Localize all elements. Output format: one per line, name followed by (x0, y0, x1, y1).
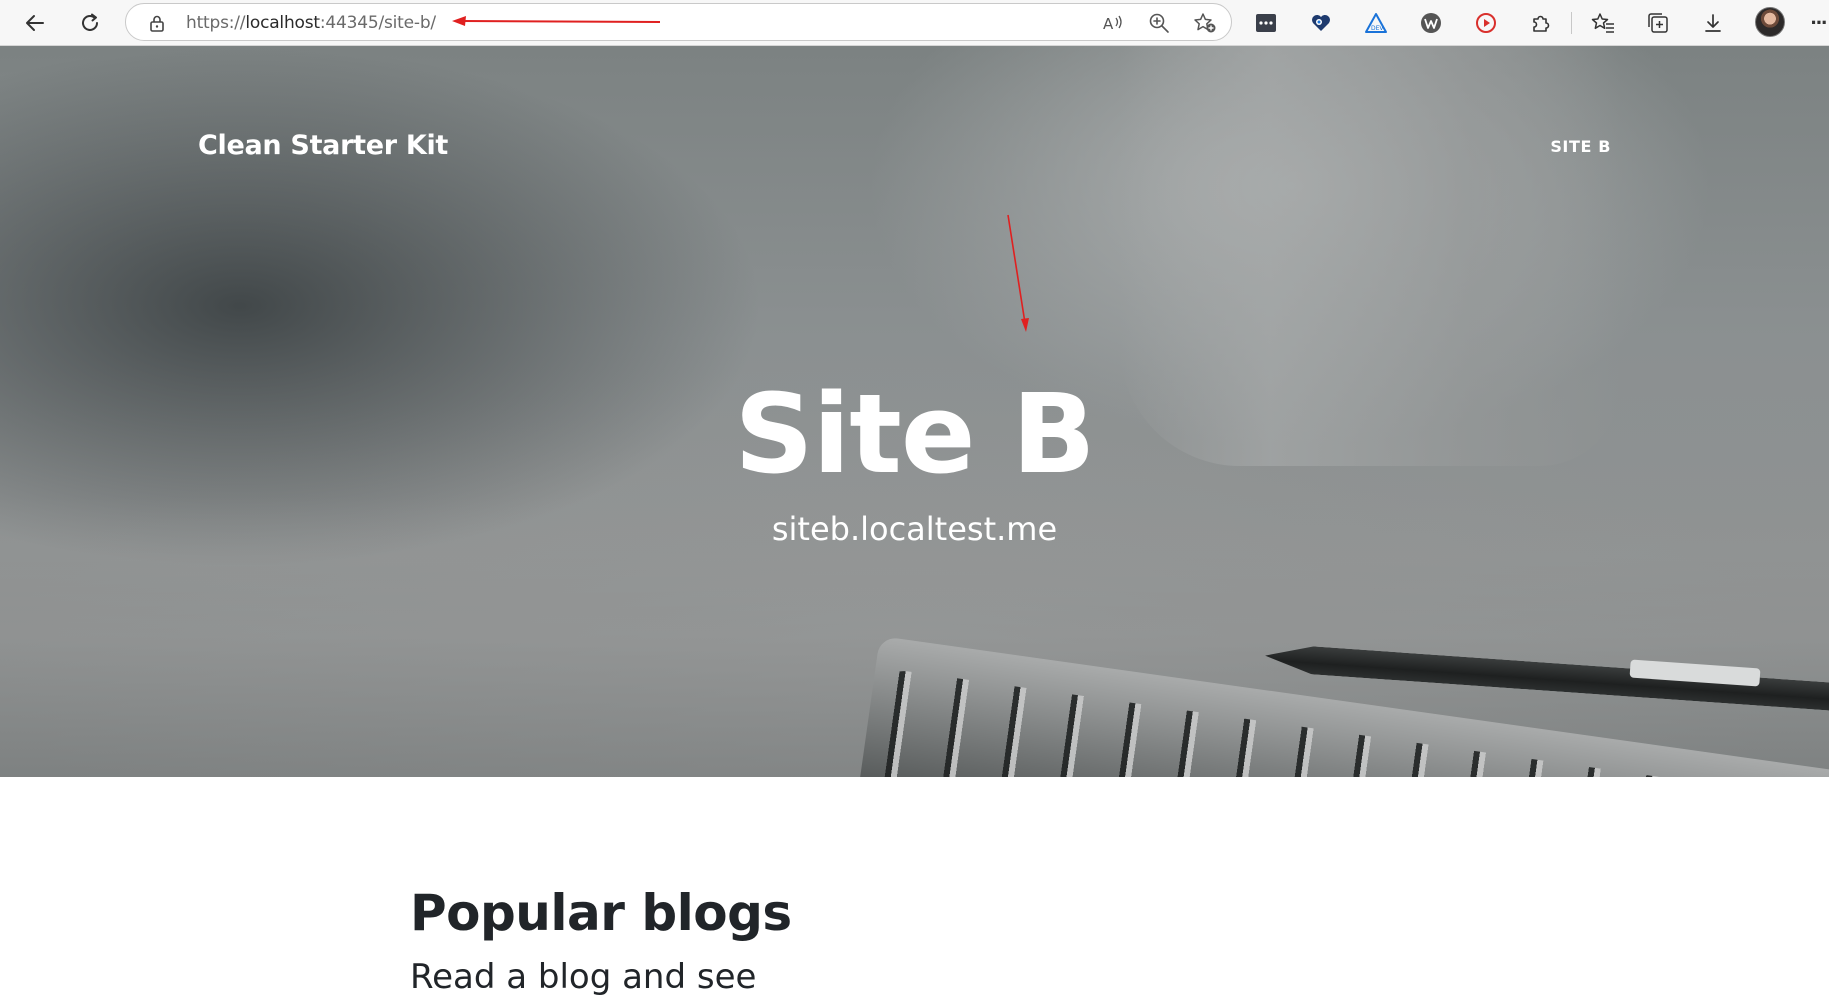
w-extension-icon[interactable] (1416, 8, 1446, 38)
site-brand-link[interactable]: Clean Starter Kit (198, 130, 448, 161)
toolbar-separator (1571, 12, 1572, 34)
refresh-icon (82, 13, 98, 31)
downloads-icon[interactable] (1698, 8, 1728, 38)
heart-extension-icon[interactable] (1306, 8, 1336, 38)
add-favorite-icon[interactable] (1192, 11, 1218, 35)
popular-blogs-subtext: Read a blog and see (410, 957, 757, 997)
url-path: :44345/site-b/ (319, 13, 436, 33)
collections-icon[interactable] (1643, 8, 1673, 38)
address-bar[interactable]: https://localhost:44345/site-b/ A (125, 3, 1232, 41)
svg-text:DEV: DEV (1371, 25, 1384, 32)
refresh-button[interactable] (73, 6, 107, 40)
play-extension-icon[interactable] (1471, 8, 1501, 38)
url-host: localhost (245, 13, 320, 33)
url-text[interactable]: https://localhost:44345/site-b/ (186, 13, 436, 33)
url-scheme: https:// (186, 13, 246, 33)
read-aloud-icon[interactable]: A (1100, 11, 1126, 35)
profile-avatar[interactable] (1755, 7, 1785, 37)
favorites-icon[interactable] (1588, 8, 1618, 38)
triangle-extension-icon[interactable]: DEV (1361, 8, 1391, 38)
zoom-icon[interactable] (1146, 11, 1172, 35)
svg-text:A: A (1103, 15, 1114, 33)
hero-subheading: siteb.localtest.me (771, 510, 1058, 548)
hero-banner: Clean Starter Kit SITE B Site B siteb.lo… (0, 46, 1829, 777)
more-icon[interactable]: ··· (1808, 8, 1829, 38)
hero-heading: Site B (734, 370, 1095, 498)
popular-blogs-heading: Popular blogs (410, 884, 792, 942)
extensions-puzzle-icon[interactable] (1526, 8, 1556, 38)
browser-toolbar: https://localhost:44345/site-b/ A DEV ··… (0, 0, 1829, 46)
back-arrow-icon (26, 15, 44, 31)
nav-link-site-b[interactable]: SITE B (1550, 137, 1611, 156)
back-button[interactable] (18, 6, 52, 40)
password-manager-icon[interactable] (1251, 8, 1281, 38)
lock-icon[interactable] (147, 13, 167, 33)
